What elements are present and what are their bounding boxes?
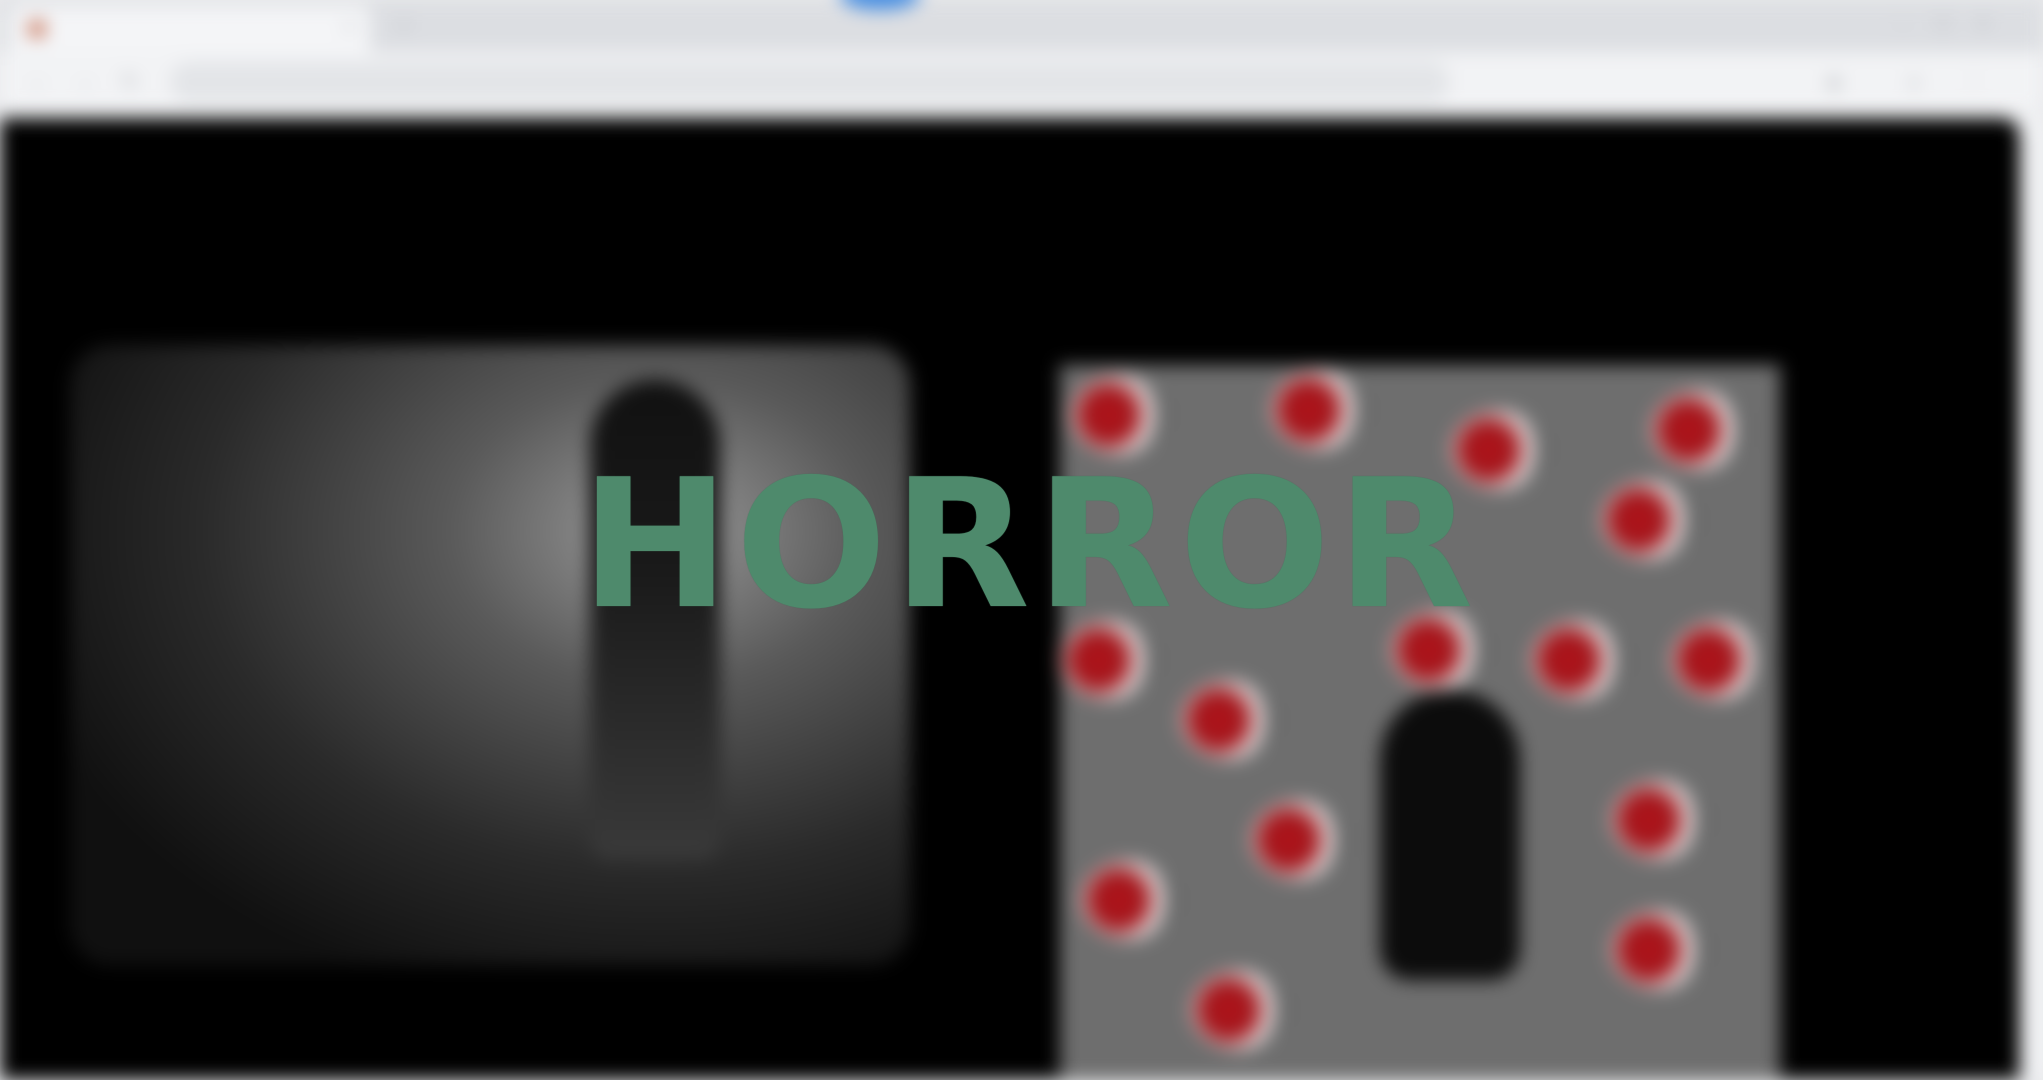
browser-tab[interactable]: ✕ bbox=[10, 6, 370, 52]
maximize-icon[interactable]: ☐ bbox=[1923, 10, 1963, 40]
left-article-caption bbox=[40, 1030, 890, 1080]
new-tab-button[interactable]: + bbox=[392, 14, 416, 38]
eye-shape bbox=[1610, 910, 1706, 990]
eye-shape bbox=[1270, 370, 1366, 450]
reload-icon[interactable]: ↻ bbox=[116, 68, 144, 96]
screen: ✕ + – ☐ ✕ ← → ↻ ◆ ● ⋮ HORROR bbox=[0, 0, 2043, 1080]
profile-icon[interactable]: ● bbox=[1900, 68, 1928, 96]
eye-shape bbox=[1670, 620, 1766, 700]
minimize-icon[interactable]: – bbox=[1883, 10, 1923, 40]
horror-title: HORROR bbox=[580, 441, 1480, 648]
profile-indicator bbox=[840, 0, 920, 10]
eye-shape bbox=[1190, 970, 1286, 1050]
eye-shape bbox=[1080, 860, 1176, 940]
eye-shape bbox=[1250, 800, 1346, 880]
left-article-image[interactable] bbox=[70, 345, 910, 965]
right-article-subtitle bbox=[1040, 240, 1880, 310]
tab-close-icon[interactable]: ✕ bbox=[340, 18, 358, 36]
address-bar[interactable] bbox=[170, 62, 1450, 102]
left-article-subtitle bbox=[120, 252, 820, 288]
close-icon[interactable]: ✕ bbox=[1963, 10, 2003, 40]
favicon-icon bbox=[28, 20, 46, 38]
eye-shape bbox=[1610, 780, 1706, 860]
eye-shape bbox=[1600, 480, 1696, 560]
eye-shape bbox=[1650, 390, 1746, 470]
browser-toolbar: ← → ↻ ◆ ● ⋮ bbox=[0, 52, 2043, 112]
eye-shape bbox=[1180, 680, 1276, 760]
shadow-figure bbox=[1380, 690, 1520, 980]
extension-icon[interactable]: ◆ bbox=[1820, 68, 1848, 96]
left-article-title bbox=[180, 168, 760, 224]
address-text bbox=[194, 73, 894, 91]
tab-strip: ✕ + – ☐ ✕ bbox=[0, 0, 2043, 52]
tab-title bbox=[58, 20, 278, 36]
forward-arrow-icon[interactable]: → bbox=[70, 68, 98, 96]
back-arrow-icon[interactable]: ← bbox=[24, 68, 52, 96]
menu-icon[interactable]: ⋮ bbox=[1960, 68, 1988, 96]
scrollbar-track[interactable] bbox=[2020, 118, 2043, 1080]
window-controls: – ☐ ✕ bbox=[1883, 10, 2023, 40]
right-article-title bbox=[1230, 158, 1740, 214]
